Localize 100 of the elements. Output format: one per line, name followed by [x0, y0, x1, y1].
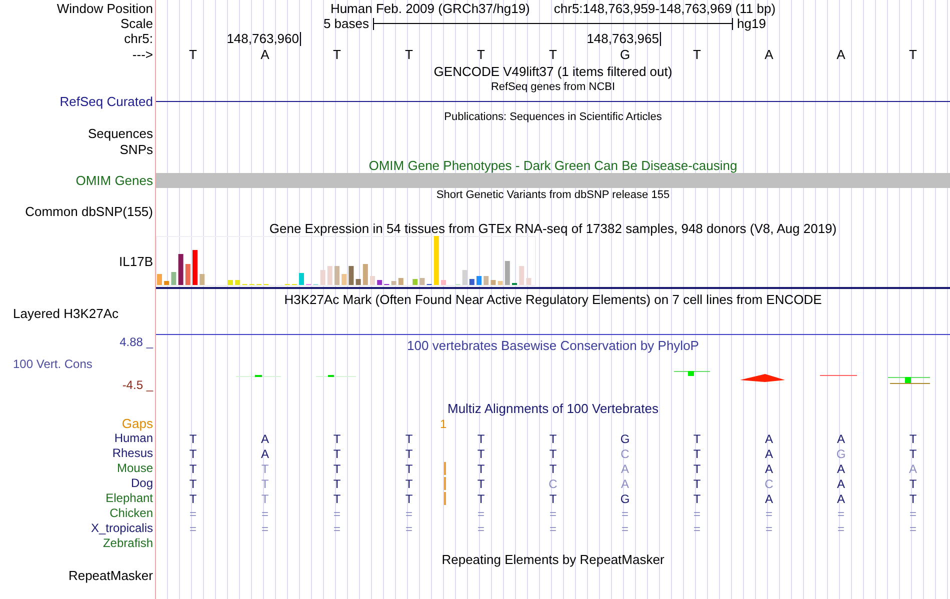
base-letter: T	[693, 48, 701, 62]
track-label: Common dbSNP(155)	[25, 204, 154, 219]
base-letter: C	[764, 476, 774, 490]
track-label: 100 Vert. Cons	[12, 356, 92, 372]
track-label: chr5:	[124, 31, 154, 46]
base-letter: A	[836, 476, 845, 490]
base-letter: A	[836, 462, 845, 476]
base-letter: T	[909, 446, 917, 460]
scale-assembly-text: hg19	[737, 16, 766, 30]
base-letter: T	[189, 492, 197, 506]
base-letter: A	[764, 446, 773, 460]
base-letter: A	[260, 446, 269, 460]
base-letter: C	[548, 476, 558, 490]
base-letter: A	[836, 492, 845, 506]
species-label: Zebrafish	[102, 536, 154, 551]
base-letter: T	[333, 432, 341, 446]
base-letter: =	[333, 522, 340, 536]
base-letter: T	[549, 492, 557, 506]
base-letter: G	[620, 432, 630, 446]
base-letter: T	[477, 432, 485, 446]
base-letter: =	[549, 522, 556, 536]
base-letter: T	[693, 446, 701, 460]
base-letter: A	[764, 492, 773, 506]
track-title: Publications: Sequences in Scientific Articles	[444, 110, 662, 125]
track-label: Window Position	[56, 0, 154, 16]
species-label: Rhesus	[112, 446, 154, 461]
base-letter: T	[405, 432, 413, 446]
species-label: Human	[114, 431, 154, 446]
base-letter: T	[333, 446, 341, 460]
strand-label: --->	[132, 47, 154, 62]
base-letter: A	[836, 48, 846, 62]
base-letter: =	[909, 506, 916, 520]
base-letter: =	[405, 506, 412, 520]
base-letter: T	[405, 492, 413, 506]
base-letter: A	[908, 462, 917, 476]
species-label: Dog	[130, 476, 154, 491]
base-letter: T	[189, 432, 197, 446]
base-letter: A	[260, 48, 270, 62]
base-letter: T	[189, 462, 197, 476]
track-label: Gaps	[122, 416, 154, 431]
base-letter: G	[620, 48, 630, 62]
base-letter: T	[405, 48, 413, 62]
base-letter: A	[260, 432, 269, 446]
base-letter: T	[189, 476, 197, 490]
base-letter: T	[549, 462, 557, 476]
position-range: chr5:148,763,959-148,763,969 (11 bp)	[554, 0, 776, 16]
base-letter: =	[189, 522, 196, 536]
base-letter: =	[477, 522, 484, 536]
base-letter: T	[549, 446, 557, 460]
track-label: OMIM Genes	[76, 173, 154, 188]
base-letter: T	[549, 432, 557, 446]
base-letter: A	[764, 48, 774, 62]
base-letter: =	[261, 522, 268, 536]
base-letter: =	[837, 522, 844, 536]
track-title: Repeating Elements by RepeatMasker	[442, 552, 664, 566]
base-letter: A	[836, 432, 845, 446]
track-label: IL17B	[119, 254, 154, 269]
track-label: Layered H3K27Ac	[12, 306, 119, 323]
gap-count: 1	[440, 417, 447, 431]
base-letter: =	[549, 506, 556, 520]
base-letter: T	[693, 476, 701, 490]
species-label: Mouse	[116, 461, 154, 476]
axis-min-label: -4.5 _	[122, 378, 154, 393]
species-label: X_tropicalis	[90, 521, 154, 536]
base-letter: T	[405, 476, 413, 490]
base-letter: T	[693, 492, 701, 506]
track-title: GENCODE V49lift37 (1 items filtered out)	[434, 64, 672, 79]
species-label: Elephant	[106, 491, 154, 506]
base-letter: =	[621, 522, 628, 536]
base-letter: =	[909, 522, 916, 536]
track-title: 100 vertebrates Basewise Conservation by PhyloP	[407, 338, 699, 353]
base-letter: T	[477, 48, 485, 62]
base-letter: =	[189, 506, 196, 520]
track-label: SNPs	[120, 142, 154, 157]
base-letter: T	[333, 476, 341, 490]
track-title: H3K27Ac Mark (Often Found Near Active Regulatory Elements) on 7 cell lines from ENCODE	[284, 292, 822, 307]
assembly-title: Human Feb. 2009 (GRCh37/hg19)	[330, 0, 530, 16]
base-letter: T	[405, 462, 413, 476]
axis-max-label: 4.88 _	[120, 335, 154, 350]
base-letter: A	[620, 476, 629, 490]
base-letter: T	[405, 446, 413, 460]
base-letter: T	[477, 476, 485, 490]
base-letter: T	[693, 462, 701, 476]
base-letter: T	[477, 492, 485, 506]
coordinate-tick: 148,763,965	[586, 32, 661, 46]
track-label: Sequences	[88, 126, 154, 140]
coordinate-tick: 148,763,960	[226, 32, 301, 46]
base-letter: =	[261, 506, 268, 520]
base-letter: C	[620, 446, 630, 460]
track-title: Short Genetic Variants from dbSNP release 155	[436, 188, 670, 203]
base-letter: =	[765, 522, 772, 536]
base-letter: =	[621, 506, 628, 520]
base-letter: T	[477, 446, 485, 460]
scale-span-text: 5 bases	[322, 16, 370, 30]
track-title: Multiz Alignments of 100 Vertebrates	[447, 401, 658, 416]
base-letter: =	[693, 522, 700, 536]
base-letter: T	[189, 48, 197, 62]
track-title: Gene Expression in 54 tissues from GTEx RNA-seq of 17382 samples, 948 donors (V8, Aug 2019)	[269, 220, 837, 236]
track-label: Scale	[120, 16, 154, 31]
base-letter: T	[261, 476, 269, 490]
